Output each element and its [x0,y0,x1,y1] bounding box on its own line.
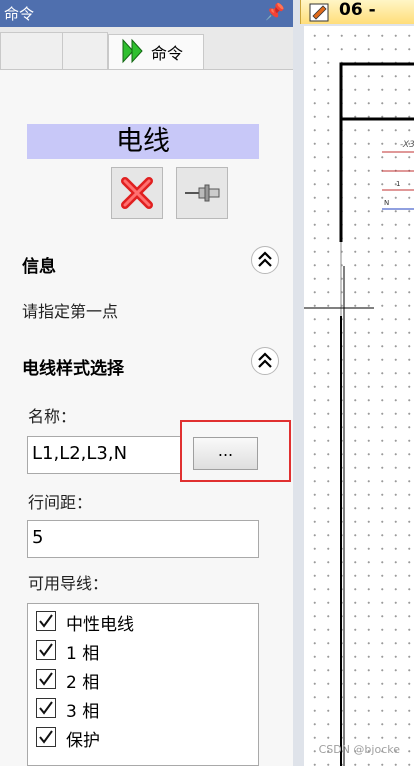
spacing-field[interactable]: 5 [27,520,259,558]
terminal-label: -X3 [400,140,414,150]
chevron-up-icon [258,352,272,368]
pin-button[interactable] [176,167,228,219]
info-text: 请指定第一点 [22,302,119,321]
wire-label: 3 相 [66,702,100,722]
checkbox[interactable] [36,727,56,747]
watermark: CSDN @bjocke [318,743,400,756]
wire-label: 保护 [66,731,100,751]
document-tab[interactable]: 06 - [300,0,414,24]
name-field[interactable]: L1,L2,L3,N [27,436,182,474]
pushpin-icon [185,184,220,202]
wire-list: 中性电线 1 相 2 相 3 相 保护 [27,603,259,766]
spacing-label: 行间距： [28,493,93,512]
tab-2[interactable] [62,32,108,69]
checkmark-icon [39,643,53,657]
document-icon [309,3,329,22]
highlight-frame [180,420,291,482]
checkbox[interactable] [36,611,56,631]
command-heading: 电线 [27,124,259,159]
available-wires-label: 可用导线： [28,574,109,593]
info-collapse-button[interactable] [251,246,279,274]
wire-style-section-title: 电线样式选择 [22,359,124,379]
panel-titlebar: 命令 📌 [0,0,293,27]
info-section-title: 信息 [22,257,56,277]
chevron-up-icon [258,251,272,267]
checkbox[interactable] [36,640,56,660]
style-collapse-button[interactable] [251,347,279,375]
name-label: 名称： [28,407,77,426]
checkmark-icon [39,672,53,686]
checkmark-icon [39,614,53,628]
tab-command-label: 命令 [151,44,184,63]
cancel-x-icon [121,177,153,209]
tab-1[interactable] [0,32,64,69]
wire-n-label: N [384,199,389,207]
document-tab-label: 06 - [339,0,376,20]
checkbox[interactable] [36,698,56,718]
checkmark-icon [39,730,53,744]
cancel-button[interactable] [111,167,163,219]
command-panel: 命令 📌 命令 电线 信息 请指定第一点 电线样式选择 名称： L1,L2,L3… [0,0,293,766]
drawing-sheet[interactable]: -X3 1 N [304,26,414,766]
command-arrow-icon [122,38,143,64]
checkbox[interactable] [36,669,56,689]
pin-icon[interactable]: 📌 [265,2,285,21]
wire-label: 中性电线 [66,615,134,635]
checkmark-icon [39,701,53,715]
panel-title: 命令 [4,5,35,23]
schematic: -X3 1 N [304,62,414,766]
tab-command[interactable]: 命令 [108,34,204,69]
wire-1-label: 1 [396,180,400,188]
wire-label: 2 相 [66,673,100,693]
wire-label: 1 相 [66,644,100,664]
